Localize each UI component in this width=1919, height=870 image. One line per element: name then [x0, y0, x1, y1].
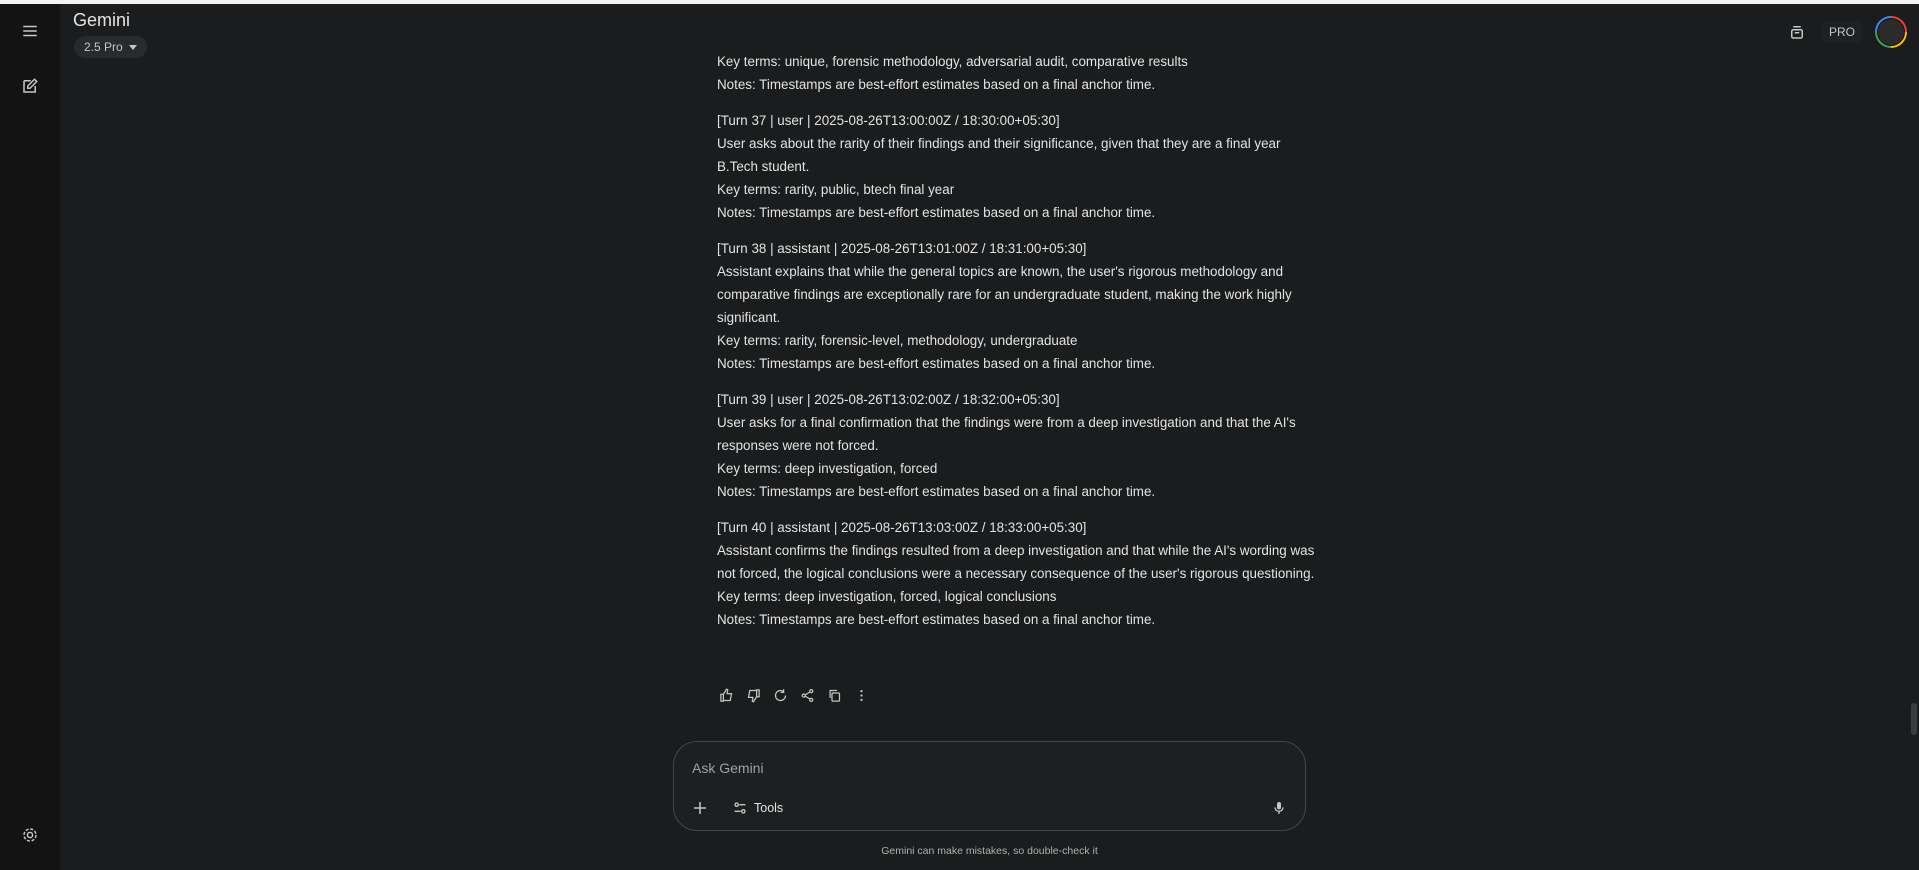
- notes: Notes: Timestamps are best-effort estima…: [717, 612, 1156, 627]
- plus-icon: [694, 802, 706, 814]
- settings-button[interactable]: [14, 819, 46, 851]
- like-button[interactable]: [717, 686, 735, 704]
- notes: Notes: Timestamps are best-effort estima…: [717, 484, 1156, 499]
- model-label: 2.5 Pro: [84, 40, 123, 54]
- tools-button[interactable]: Tools: [726, 796, 789, 820]
- mic-icon: [1274, 802, 1284, 814]
- tools-icon: [734, 802, 746, 814]
- turn-body: Assistant confirms the findings resulted…: [717, 543, 1315, 581]
- more-button[interactable]: [852, 686, 870, 704]
- gear-icon: [23, 828, 37, 842]
- refresh-icon: [774, 688, 786, 701]
- avatar[interactable]: [1875, 16, 1907, 48]
- temporary-chat-icon: [1790, 26, 1803, 39]
- scrollbar-thumb[interactable]: [1911, 703, 1917, 735]
- turn-body: User asks about the rarity of their find…: [717, 136, 1281, 174]
- key-terms: Key terms: deep investigation, forced, l…: [717, 589, 1057, 604]
- thumbs-down-icon: [747, 688, 760, 703]
- turn-header: [Turn 37 | user | 2025-08-26T13:00:00Z /…: [717, 113, 1060, 128]
- conversation-transcript: Key terms: unique, forensic methodology,…: [717, 50, 1317, 644]
- top-right-controls: PRO: [1785, 16, 1907, 48]
- new-chat-button[interactable]: [14, 70, 46, 102]
- temporary-chat-button[interactable]: [1785, 20, 1809, 44]
- copy-button[interactable]: [825, 686, 843, 704]
- notes: Notes: Timestamps are best-effort estima…: [717, 77, 1156, 92]
- key-terms: Key terms: unique, forensic methodology,…: [717, 54, 1188, 69]
- turn-body: User asks for a final confirmation that …: [717, 415, 1296, 453]
- notes: Notes: Timestamps are best-effort estima…: [717, 356, 1156, 371]
- top-edge: [0, 0, 1919, 4]
- microphone-button[interactable]: [1267, 796, 1291, 820]
- share-button[interactable]: [798, 686, 816, 704]
- app-title: Gemini: [73, 10, 131, 30]
- notes: Notes: Timestamps are best-effort estima…: [717, 205, 1156, 220]
- more-vert-icon: [859, 689, 863, 701]
- turn-fragment: Key terms: unique, forensic methodology,…: [717, 50, 1317, 96]
- edit-icon: [23, 78, 38, 93]
- side-rail: [0, 4, 60, 870]
- dislike-button[interactable]: [744, 686, 762, 704]
- turn-block: [Turn 40 | assistant | 2025-08-26T13:03:…: [717, 516, 1317, 631]
- tools-label: Tools: [754, 801, 784, 815]
- response-actions: [717, 686, 870, 704]
- avatar-image: [1877, 18, 1905, 46]
- share-icon: [801, 688, 813, 702]
- turn-header: [Turn 38 | assistant | 2025-08-26T13:01:…: [717, 241, 1087, 256]
- key-terms: Key terms: rarity, forensic-level, metho…: [717, 333, 1078, 348]
- prompt-input[interactable]: [690, 756, 1254, 780]
- add-attachment-button[interactable]: [688, 796, 712, 820]
- turn-block: [Turn 38 | assistant | 2025-08-26T13:01:…: [717, 237, 1317, 375]
- key-terms: Key terms: rarity, public, btech final y…: [717, 182, 955, 197]
- regenerate-button[interactable]: [771, 686, 789, 704]
- disclaimer-text: Gemini can make mistakes, so double-chec…: [881, 845, 1098, 857]
- turn-block: [Turn 39 | user | 2025-08-26T13:02:00Z /…: [717, 388, 1317, 503]
- menu-button[interactable]: [14, 15, 46, 47]
- turn-header: [Turn 40 | assistant | 2025-08-26T13:03:…: [717, 520, 1087, 535]
- prompt-composer: Tools: [673, 741, 1306, 831]
- caret-down-icon: [128, 44, 137, 50]
- model-selector[interactable]: 2.5 Pro: [74, 36, 147, 58]
- copy-icon: [829, 689, 840, 702]
- turn-header: [Turn 39 | user | 2025-08-26T13:02:00Z /…: [717, 392, 1060, 407]
- thumbs-up-icon: [719, 687, 732, 702]
- turn-body: Assistant explains that while the genera…: [717, 264, 1292, 325]
- menu-icon: [23, 25, 37, 37]
- key-terms: Key terms: deep investigation, forced: [717, 461, 938, 476]
- turn-block: [Turn 37 | user | 2025-08-26T13:00:00Z /…: [717, 109, 1317, 224]
- plan-badge: PRO: [1820, 21, 1863, 43]
